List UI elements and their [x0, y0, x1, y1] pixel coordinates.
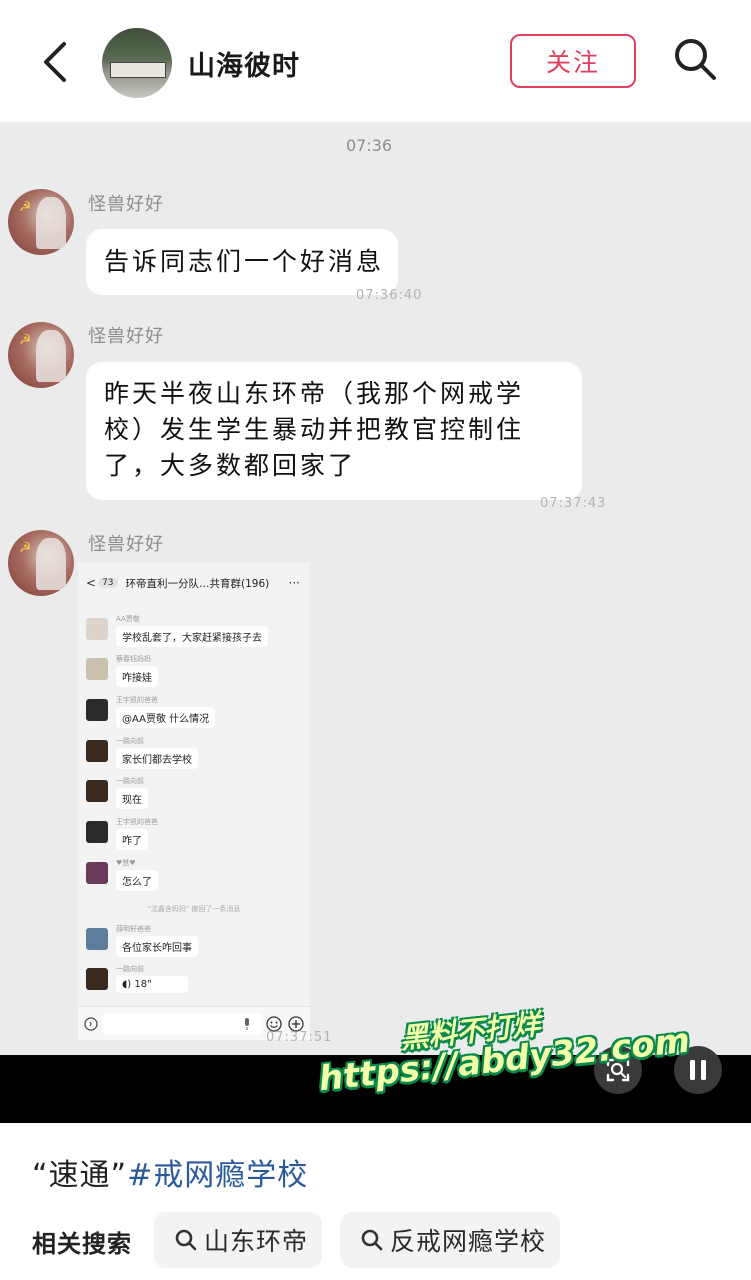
nested-sender: ♥慧♥: [116, 859, 136, 867]
post-caption: “速通”#戒网瘾学校: [32, 1150, 308, 1194]
nested-recall-notice: "沈鑫含妈妈" 撤回了一条消息: [147, 905, 241, 913]
nested-avatar: [86, 862, 108, 884]
nested-sender: 一路向前: [116, 777, 144, 785]
related-search-chip[interactable]: 反戒网瘾学校: [340, 1212, 560, 1268]
related-search-text: 反戒网瘾学校: [390, 1227, 547, 1256]
message-line: 校）发生学生暴动并把教官控制住: [104, 415, 525, 444]
nested-more-icon: ···: [288, 576, 300, 590]
message-time: 07:36:40: [356, 288, 423, 303]
nested-voice-duration: 18": [134, 979, 152, 990]
message-bubble: 昨天半夜山东环帝（我那个网戒学 校）发生学生暴动并把教官控制住 了，大多数都回家…: [86, 362, 582, 500]
sender-name: 怪兽好好: [88, 534, 164, 555]
nested-text: @AA贾敬 什么情况: [116, 707, 216, 728]
post-image[interactable]: 07:36 ☭ 怪兽好好 告诉同志们一个好消息 07:36:40 ☭ 怪兽好好 …: [0, 122, 751, 1055]
caption-text: “速通”: [32, 1158, 128, 1193]
nested-text-field: [102, 1013, 262, 1035]
nested-text: 家长们都去学校: [116, 748, 198, 769]
nested-voice-message: ◖) 18": [116, 976, 188, 993]
sender-avatar: ☭: [8, 189, 74, 255]
nested-avatar: [86, 780, 108, 802]
top-bar: 山海彼时 关注: [0, 0, 751, 122]
related-search-text: 山东环帝: [204, 1227, 309, 1256]
nested-chat-screenshot: < 73 环帝直利一分队…共育群(196) ··· AA贾敬 学校乱套了，大家赶…: [78, 562, 310, 1040]
hashtag-link[interactable]: #戒网瘾学校: [127, 1158, 308, 1193]
search-icon: [175, 1229, 197, 1251]
nested-text: 咋了: [116, 829, 148, 850]
voice-icon: [84, 1017, 98, 1031]
related-search-chip[interactable]: 山东环帝: [154, 1212, 322, 1268]
nested-sender: AA贾敬: [116, 615, 140, 623]
nested-avatar: [86, 928, 108, 950]
message-line: 了，大多数都回家了: [104, 451, 357, 480]
nested-sender: 王宇凯的爸爸: [116, 696, 158, 704]
message-time: 07:37:51: [266, 1030, 333, 1045]
message-line: 昨天半夜山东环帝（我那个网戒学: [104, 379, 525, 408]
nested-text: 怎么了: [116, 870, 158, 891]
sender-name: 怪兽好好: [88, 326, 164, 347]
nested-unread-count: 73: [98, 578, 118, 588]
mic-icon: [245, 1018, 249, 1030]
nested-back-icon: <: [86, 576, 97, 590]
chat-time: 07:36: [346, 136, 393, 155]
nested-sender: 王宇凯的爸爸: [116, 818, 158, 826]
nested-avatar: [86, 740, 108, 762]
nested-avatar: [86, 618, 108, 640]
nested-avatar: [86, 658, 108, 680]
nested-sender: 一路向前: [116, 965, 144, 973]
nested-voice-icon: ◖): [122, 979, 132, 990]
nested-avatar: [86, 968, 108, 990]
search-icon: [361, 1229, 383, 1251]
sender-avatar: ☭: [8, 530, 74, 596]
nested-sender: 蔡春钰妈妈: [116, 655, 151, 663]
sender-name: 怪兽好好: [88, 194, 164, 215]
nested-text: 咋接娃: [116, 666, 158, 687]
nested-text: 各位家长咋回事: [116, 936, 198, 957]
author-name[interactable]: 山海彼时: [188, 44, 300, 83]
search-icon[interactable]: [672, 36, 718, 82]
nested-sender: 一路向前: [116, 737, 144, 745]
nested-text: 现在: [116, 788, 148, 809]
message-time: 07:37:43: [540, 496, 607, 511]
related-search-label: 相关搜索: [32, 1230, 132, 1258]
nested-avatar: [86, 821, 108, 843]
follow-button[interactable]: 关注: [510, 34, 636, 88]
author-avatar[interactable]: [102, 28, 172, 98]
message-bubble: 告诉同志们一个好消息: [86, 229, 398, 295]
nested-title: 环帝直利一分队…共育群(196): [125, 577, 270, 590]
nested-header: < 73 环帝直利一分队…共育群(196) ···: [78, 568, 310, 598]
nested-sender: 薛明轩爸爸: [116, 925, 151, 933]
back-icon[interactable]: [38, 40, 78, 84]
sender-avatar: ☭: [8, 322, 74, 388]
nested-text: 学校乱套了，大家赶紧接孩子去: [116, 626, 268, 647]
nested-avatar: [86, 699, 108, 721]
